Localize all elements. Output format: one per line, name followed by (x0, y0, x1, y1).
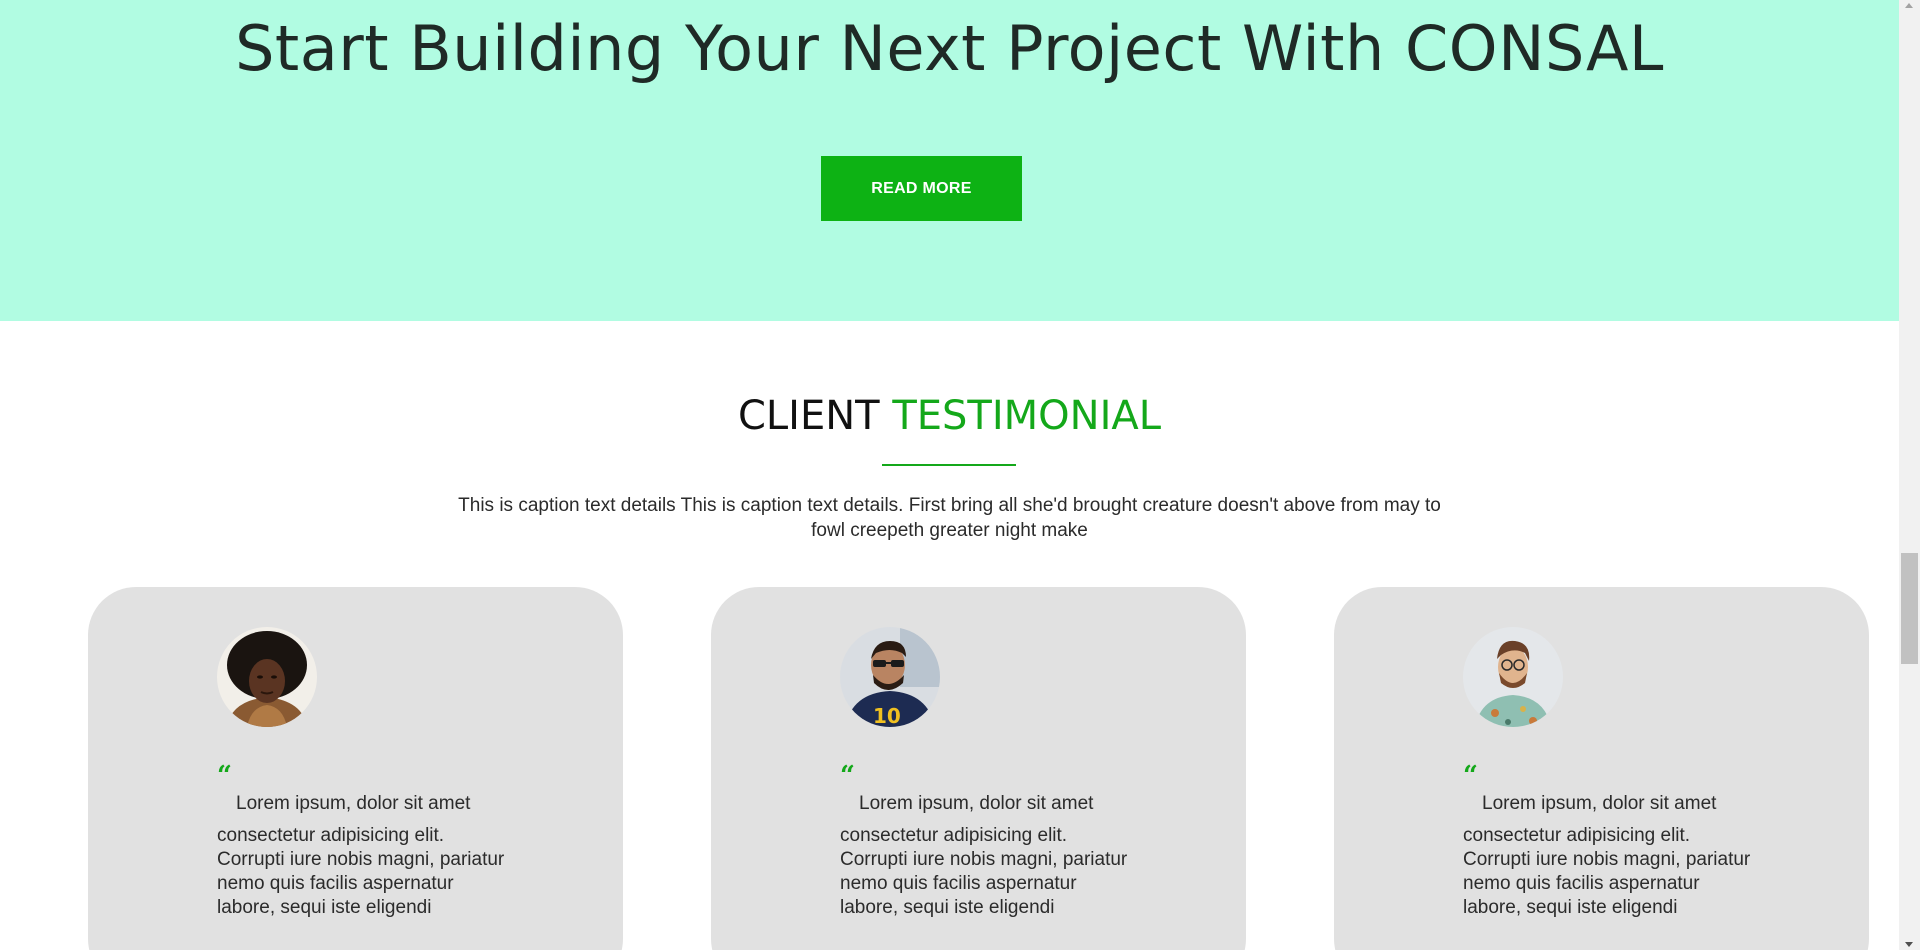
section-caption: This is caption text details This is cap… (458, 495, 1441, 541)
hero-banner: Start Building Your Next Project With CO… (0, 0, 1899, 321)
section-title: CLIENT TESTIMONIAL (0, 388, 1899, 444)
client-avatar: 10 (840, 627, 940, 727)
hero-title: Start Building Your Next Project With CO… (235, 12, 1664, 85)
quote-text-first-line: Lorem ipsum, dolor sit amet (236, 793, 471, 814)
client-avatar (217, 627, 317, 727)
client-avatar (1463, 627, 1563, 727)
section-title-accent: TESTIMONIAL (892, 393, 1162, 439)
svg-text:10: 10 (873, 704, 901, 727)
vertical-scrollbar[interactable] (1899, 0, 1920, 950)
testimonial-card: 10 “ Lorem ipsum, dolor sit amet consect… (711, 587, 1246, 950)
page: Start Building Your Next Project With CO… (0, 0, 1920, 950)
scroll-down-arrow-icon[interactable] (1905, 942, 1913, 947)
testimonial-card: “ Lorem ipsum, dolor sit amet consectetu… (1334, 587, 1869, 950)
section-title-main: CLIENT (737, 393, 880, 439)
quote-mark-icon: “ (840, 761, 855, 791)
quote-text-first-line: Lorem ipsum, dolor sit amet (1482, 793, 1717, 814)
testimonial-card: “ Lorem ipsum, dolor sit amet consectetu… (88, 587, 623, 950)
quote-text-first-line: Lorem ipsum, dolor sit amet (859, 793, 1094, 814)
quote-text: consectetur adipisicing elit. Corrupti i… (840, 825, 1128, 918)
scroll-up-arrow-icon[interactable] (1905, 3, 1913, 8)
scrollbar-thumb[interactable] (1901, 553, 1918, 664)
read-more-button[interactable]: READ MORE (821, 156, 1022, 221)
quote-text: consectetur adipisicing elit. Corrupti i… (217, 825, 505, 918)
quote-mark-icon: “ (217, 761, 232, 791)
quote-text: consectetur adipisicing elit. Corrupti i… (1463, 825, 1751, 918)
title-underline (882, 464, 1016, 466)
quote-mark-icon: “ (1463, 761, 1478, 791)
